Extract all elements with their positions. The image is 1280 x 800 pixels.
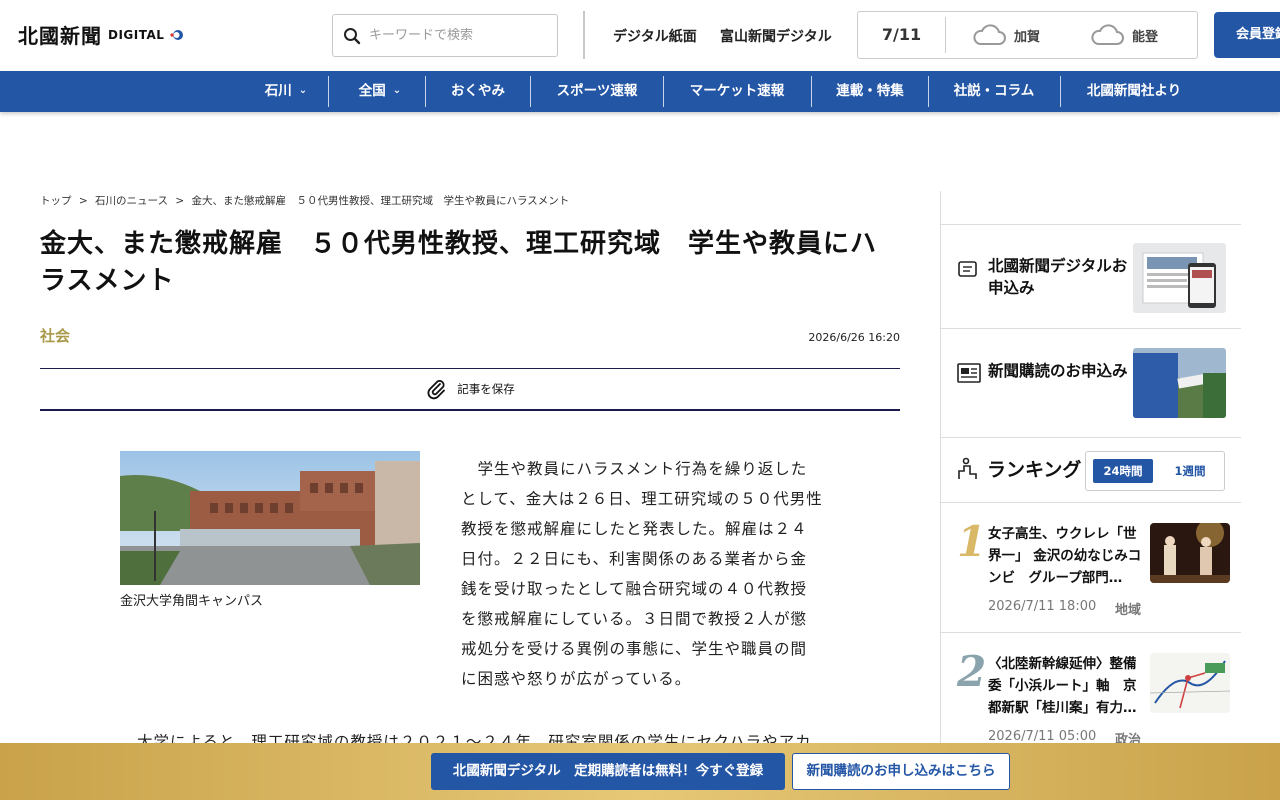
rank-title: 〈北陸新幹線延伸〉整備委「小浜ルート」軸 京都新駅「桂川案」有力… [988,656,1137,716]
article-category[interactable]: 社会 [40,325,70,346]
nav-divider [328,76,329,107]
ranking-header: ランキング [957,455,1081,482]
subscribe-banner: 北國新聞デジタル 定期購読者は無料！今すぐ登録 新聞購読のお申し込みはこちら [0,743,1280,800]
chevron-down-icon: ⌄ [298,85,308,96]
list-icon [958,261,977,277]
ranking-tabs: 24時間 1週間 [1085,451,1225,491]
nav-item-editorial[interactable]: 社説・コラム [946,71,1042,112]
chevron-down-icon: ⌄ [392,85,402,96]
nav-divider [425,76,426,107]
cloud-icon [973,24,1006,45]
save-article-button[interactable]: 記事を保存 [40,368,900,411]
nav-item-ishikawa[interactable]: 石川 ⌄ [256,71,316,112]
rank-date: 2026/7/11 18:00 [988,599,1097,614]
sidebar-divider [941,437,1241,438]
search-box[interactable] [332,14,558,57]
logo-mark-icon [170,28,184,42]
photo-caption: 金沢大学角間キャンパス [120,594,264,609]
newspaper-subscribe-promo[interactable]: 新聞購読のお申込み [957,348,1227,418]
breadcrumb-current: 金大、また懲戒解雇 ５０代男性教授、理工研究域 学生や教員にハラスメント [191,195,570,207]
logo-digital-text: DIGITAL [108,27,165,42]
newspaper-subscribe-thumb [1133,348,1226,418]
cloud-icon [1091,24,1125,45]
sidebar-divider [941,632,1241,633]
save-article-label: 記事を保存 [457,382,515,396]
weather-noto: 能登 [1090,24,1158,46]
logo-text: 北國新聞 [18,24,102,48]
member-register-button[interactable]: 会員登録 [1214,12,1280,58]
weather-place-label: 加賀 [1014,29,1041,45]
article-photo[interactable] [120,451,420,585]
digital-paper-link[interactable]: デジタル紙面 [613,26,697,46]
sidebar-divider [941,224,1241,225]
rank-thumb [1150,523,1230,583]
site-header: 北國新聞 DIGITAL デジタル紙面 富山新聞デジタル 7/11 加賀 [0,0,1280,71]
rank-thumb [1150,653,1230,713]
nav-item-okuyami[interactable]: おくやみ [445,71,511,112]
nav-divider [1060,76,1061,107]
ranking-icon [958,457,977,479]
campus-photo-image [120,451,420,585]
sidebar-divider [941,328,1241,329]
digital-subscribe-thumb [1133,243,1226,313]
toyama-digital-link[interactable]: 富山新聞デジタル [720,26,832,46]
article-paragraph-1: 学生や教員にハラスメント行為を繰り返したとして、金大は２６日、理工研究域の５０代… [461,460,823,688]
digital-subscribe-promo[interactable]: 北國新聞デジタルお申込み [957,243,1227,313]
digital-subscribe-label: 北國新聞デジタルお申込み [988,257,1128,297]
rank-category: 地域 [1115,603,1142,618]
nav-item-about[interactable]: 北國新聞社より [1078,71,1190,112]
rank-date: 2026/7/11 05:00 [988,729,1097,744]
weather-place-label: 能登 [1132,29,1159,45]
nav-item-series[interactable]: 連載・特集 [828,71,912,112]
ranking-title: ランキング [987,459,1082,481]
breadcrumb-top[interactable]: トップ [40,195,72,207]
nav-divider [530,76,531,107]
paperclip-icon [427,380,446,400]
weather-kaga: 加賀 [972,24,1040,46]
breadcrumb-ishikawa-news[interactable]: 石川のニュース [95,195,168,207]
sidebar: 北國新聞デジタルお申込み 新聞購読のお申込み ランキング 24時間 1週間 1 … [940,191,1241,800]
rank-number: 1 [957,517,987,566]
nav-divider [928,76,929,107]
search-icon [344,27,361,44]
nav-item-zenkoku[interactable]: 全国 ⌄ [350,71,410,112]
rank-number: 2 [957,647,987,696]
article-title: 金大、また懲戒解雇 ５０代男性教授、理工研究域 学生や教員にハラスメント [40,229,878,296]
nav-divider [811,76,812,107]
breadcrumb-sep: > [78,195,88,207]
main-nav: 石川 ⌄ 全国 ⌄ おくやみ スポーツ速報 マーケット速報 連載・特集 社説・コラム… [0,71,1280,112]
digital-register-button[interactable]: 北國新聞デジタル 定期購読者は無料！今すぐ登録 [431,753,785,790]
tab-1week[interactable]: 1週間 [1162,459,1218,483]
ranking-item[interactable]: 1 女子高生、ウクレレ「世界一」 金沢の幼なじみコンビ グループ部門… 2026… [941,517,1241,633]
site-logo[interactable]: 北國新聞 DIGITAL [18,20,184,49]
nav-divider [663,76,664,107]
newspaper-subscribe-label: 新聞購読のお申込み [988,362,1128,380]
newspaper-apply-button[interactable]: 新聞購読のお申し込みはこちら [792,753,1010,790]
search-input[interactable] [369,28,539,43]
header-divider [583,11,585,59]
weather-widget[interactable]: 7/11 加賀 能登 [857,11,1198,59]
nav-item-sports[interactable]: スポーツ速報 [548,71,646,112]
weather-date: 7/11 [858,17,946,53]
nav-label: 石川 [264,83,292,99]
sidebar-divider [941,502,1241,503]
nav-label: 全国 [358,83,386,99]
tab-24h[interactable]: 24時間 [1093,459,1153,483]
newspaper-icon [957,363,981,383]
breadcrumb-sep: > [175,195,185,207]
rank-title: 女子高生、ウクレレ「世界一」 金沢の幼なじみコンビ グループ部門… [988,526,1142,586]
breadcrumb: トップ > 石川のニュース > 金大、また懲戒解雇 ５０代男性教授、理工研究域 … [40,193,573,208]
nav-item-market[interactable]: マーケット速報 [680,71,794,112]
article-datetime: 2026/6/26 16:20 [808,331,900,344]
